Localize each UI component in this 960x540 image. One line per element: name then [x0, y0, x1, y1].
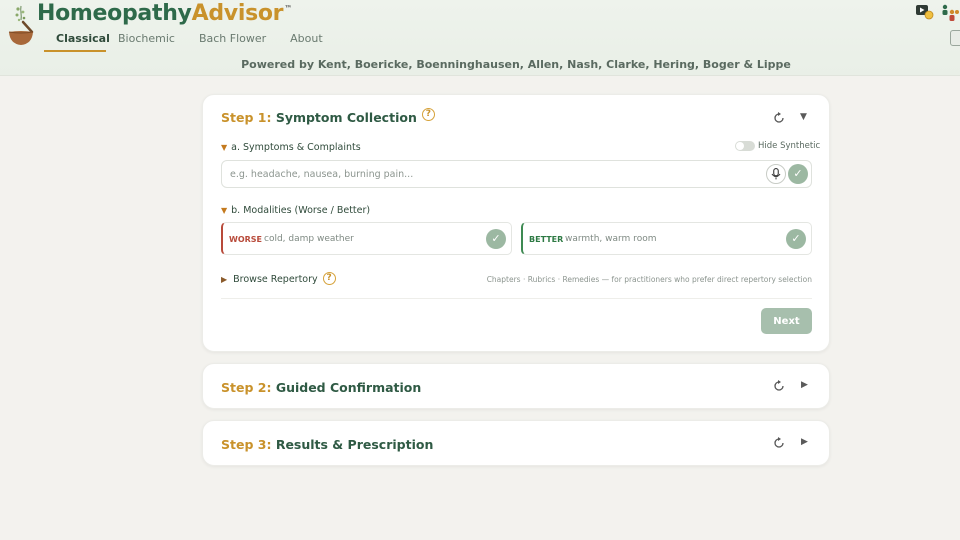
- caret-right-icon: ▶: [221, 275, 228, 284]
- mortar-pestle-logo-icon: [8, 5, 34, 45]
- tab-about[interactable]: About: [278, 24, 335, 52]
- side-panel-button[interactable]: [950, 30, 960, 46]
- caret-down-icon: ▼: [221, 143, 228, 152]
- divider: [221, 298, 812, 299]
- tab-biochemic[interactable]: Biochemic: [106, 24, 187, 52]
- brand-logo-text[interactable]: HomeopathyAdvisor™: [37, 1, 292, 26]
- step3-number: Step 3:: [221, 437, 272, 452]
- step3-card[interactable]: Step 3: Results & Prescription ▶: [202, 420, 830, 466]
- caret-down-icon: ▼: [221, 206, 228, 215]
- method-tabs: Classical Biochemic Bach Flower About: [44, 24, 335, 52]
- brand-part-2: Advisor: [191, 1, 284, 26]
- worse-tag: WORSE: [229, 235, 263, 244]
- confirm-symptom-button[interactable]: ✓: [788, 164, 808, 184]
- modalities-label-text: b. Modalities (Worse / Better): [231, 205, 371, 216]
- next-button[interactable]: Next: [761, 308, 812, 334]
- symptoms-section-label[interactable]: ▼ a. Symptoms & Complaints: [221, 142, 361, 153]
- browse-repertory-toggle[interactable]: ▶ Browse Repertory?: [221, 272, 336, 287]
- confirm-better-button[interactable]: ✓: [786, 229, 806, 249]
- people-icon[interactable]: [940, 3, 960, 23]
- reset-icon[interactable]: [773, 437, 785, 449]
- powered-by-text: Powered by Kent, Boericke, Boenninghause…: [241, 58, 791, 71]
- tab-classical[interactable]: Classical: [44, 24, 110, 52]
- step2-card[interactable]: Step 2: Guided Confirmation ▶: [202, 363, 830, 409]
- tab-bach-flower[interactable]: Bach Flower: [187, 24, 278, 52]
- hide-synthetic-toggle[interactable]: Hide Synthetic: [735, 141, 820, 151]
- browse-repertory-label: Browse Repertory: [233, 274, 318, 285]
- step1-name: Symptom Collection: [275, 110, 417, 125]
- step2-name: Guided Confirmation: [275, 380, 422, 395]
- better-tag: BETTER: [529, 235, 564, 244]
- step3-name: Results & Prescription: [275, 437, 434, 452]
- symptom-input[interactable]: [222, 161, 742, 187]
- browse-repertory-note: Chapters · Rubrics · Remedies — for prac…: [486, 275, 812, 284]
- reset-icon[interactable]: [773, 380, 785, 392]
- toggle-switch[interactable]: [735, 141, 755, 151]
- symptoms-label-text: a. Symptoms & Complaints: [231, 142, 361, 153]
- app-header: HomeopathyAdvisor™ Classical Biochemic B…: [0, 0, 960, 76]
- symptom-input-box: ✓: [221, 160, 812, 188]
- better-input[interactable]: [565, 234, 765, 244]
- modalities-section-label[interactable]: ▼ b. Modalities (Worse / Better): [221, 205, 370, 216]
- worse-modality-box: WORSE ✓: [221, 222, 512, 255]
- expand-caret-icon[interactable]: ▶: [801, 437, 808, 447]
- video-icon[interactable]: [916, 4, 934, 20]
- confirm-worse-button[interactable]: ✓: [486, 229, 506, 249]
- step1-number: Step 1:: [221, 110, 272, 125]
- collapse-caret-icon[interactable]: ▼: [800, 112, 807, 122]
- step2-title[interactable]: Step 2: Guided Confirmation: [221, 380, 421, 395]
- step3-title[interactable]: Step 3: Results & Prescription: [221, 437, 433, 452]
- reset-icon[interactable]: [773, 112, 785, 124]
- worse-input[interactable]: [264, 234, 464, 244]
- help-icon[interactable]: ?: [322, 272, 336, 285]
- step1-card: Step 1: Symptom Collection? ▼ ▼ a. Sympto…: [202, 94, 830, 352]
- step1-title[interactable]: Step 1: Symptom Collection?: [221, 108, 435, 125]
- step2-number: Step 2:: [221, 380, 272, 395]
- trademark: ™: [284, 4, 292, 13]
- help-icon[interactable]: ?: [421, 108, 435, 121]
- hide-synthetic-label: Hide Synthetic: [758, 141, 821, 151]
- microphone-icon[interactable]: [766, 164, 786, 184]
- brand-part-1: Homeopathy: [37, 1, 192, 26]
- better-modality-box: BETTER ✓: [521, 222, 812, 255]
- expand-caret-icon[interactable]: ▶: [801, 380, 808, 390]
